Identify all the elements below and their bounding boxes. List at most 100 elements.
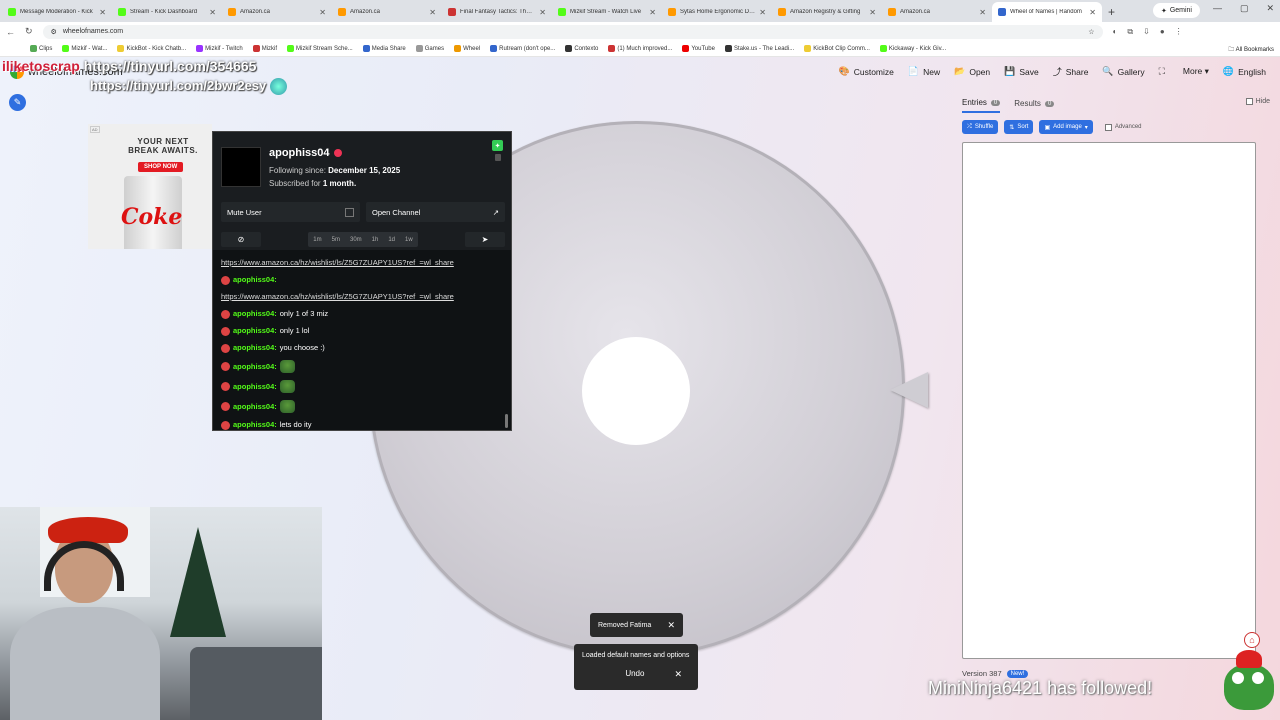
chat-link[interactable]: https://www.amazon.ca/hz/wishlist/ls/Z5G… [221,258,454,268]
back-icon[interactable]: ← [6,27,15,37]
bookmark-item[interactable]: Contexto [565,45,598,52]
close-tab-icon[interactable]: ✕ [319,8,326,17]
chat-username[interactable]: apophiss04: [233,402,277,412]
browser-tab[interactable]: Stream - Kick Dashboard ✕ [112,2,222,22]
timeout-duration-button[interactable]: 30m [345,237,367,243]
chat-scrollbar[interactable] [505,414,508,428]
extension-icon[interactable]: ◐ [1113,27,1118,37]
bookmark-item[interactable]: Mizkif - Twitch [196,45,243,52]
close-tab-icon[interactable]: ✕ [429,8,436,17]
downloads-icon[interactable]: ⇩ [1143,27,1150,37]
close-tab-icon[interactable]: ✕ [759,8,766,17]
chat-username[interactable]: apophiss04: [233,382,277,392]
shuffle-button[interactable]: ⤮ Shuffle [962,120,999,134]
new-badge[interactable]: New! [1006,669,1029,678]
minimize-icon[interactable]: — [1213,3,1222,14]
bookmark-item[interactable]: Clips [30,45,52,52]
gemini-button[interactable]: ✦ Gemini [1152,3,1200,18]
mute-checkbox[interactable] [345,207,354,217]
browser-tab[interactable]: Message Moderation - Kick ✕ [2,2,112,22]
close-tab-icon[interactable]: ✕ [209,8,216,17]
browser-tab[interactable]: Mizkif Stream - Watch Live ✕ [552,2,662,22]
hide-checkbox-box[interactable] [1245,98,1253,105]
bookmark-item[interactable]: Kickaway - Kick Giv... [879,45,946,52]
chat-link[interactable]: https://www.amazon.ca/hz/wishlist/ls/Z5G… [221,292,454,302]
timeout-duration-button[interactable]: 1m [308,237,326,243]
tab-entries[interactable]: Entries 0 [962,98,1001,113]
forward-button[interactable]: ➤ [465,232,505,247]
bookmark-item[interactable]: Games [415,45,444,52]
chat-username[interactable]: apophiss04: [233,326,277,336]
bookmark-item[interactable]: Media Share [362,45,406,52]
wheel-center-hub[interactable] [582,337,690,445]
entries-textarea[interactable] [962,142,1256,659]
add-image-button[interactable]: ▣ Add image ▾ [1039,120,1093,134]
bookmark-item[interactable]: Rutream (don't ope... [490,45,555,52]
open-channel-button[interactable]: Open Channel ↗ [366,202,505,222]
menu-item[interactable]: 📂 Open [954,65,990,78]
mute-user-toggle[interactable]: Mute User [221,202,360,222]
browser-tab[interactable]: Amazon Registry & Gifting ✕ [772,2,882,22]
advanced-checkbox-box[interactable] [1104,123,1112,131]
bookmark-item[interactable]: KickBot - Kick Chatb... [117,45,186,52]
extensions-puzzle-icon[interactable]: ⧉ [1127,27,1133,37]
ban-button[interactable]: ⊘ [221,232,261,247]
undo-button[interactable]: Undo [625,669,644,680]
advanced-checkbox[interactable]: Advanced [1104,123,1142,131]
menu-item[interactable]: 🌐 English [1223,65,1266,78]
pin-card-icon[interactable]: ✦ [492,140,503,151]
menu-item[interactable]: ⤴ Share [1053,65,1089,78]
close-tab-icon[interactable]: ✕ [979,8,986,17]
close-tab-icon[interactable]: ✕ [1089,8,1096,17]
bookmark-item[interactable]: Mizkif Stream Sche... [287,45,353,52]
browser-tab[interactable]: Amazon.ca ✕ [332,2,442,22]
close-tab-icon[interactable]: ✕ [649,8,656,17]
chat-username[interactable]: apophiss04: [233,309,277,319]
menu-item[interactable]: More ▾ [1183,65,1209,78]
bookmark-item[interactable]: Stake.us - The Leadi... [724,45,794,52]
maximize-icon[interactable]: ▢ [1240,3,1249,14]
reload-icon[interactable]: ↻ [25,26,33,37]
timeout-duration-button[interactable]: 1h [367,237,384,243]
sort-button[interactable]: ⇅ Sort [1004,120,1034,134]
browser-tab[interactable]: Amazon.ca ✕ [222,2,332,22]
bookmark-item[interactable]: KickBot Clip Comm... [804,45,870,52]
close-tab-icon[interactable]: ✕ [99,8,106,17]
new-tab-button[interactable]: + [1102,2,1121,22]
chat-username[interactable]: apophiss04: [233,362,277,372]
bookmark-item[interactable]: Wheel [454,45,480,52]
menu-item[interactable]: 💾 Save [1004,65,1039,78]
edit-pencil-button[interactable]: ✎ [9,94,26,111]
avatar[interactable] [221,147,261,187]
bookmark-item[interactable]: (1) Much improved... [608,45,672,52]
bookmark-item[interactable]: Mizkif [252,45,277,52]
close-tab-icon[interactable]: ✕ [539,8,546,17]
trash-icon[interactable] [495,154,501,161]
hide-panel-checkbox[interactable]: Hide [1245,98,1270,105]
close-tab-icon[interactable]: ✕ [869,8,876,17]
menu-item[interactable]: 📄 New [908,65,940,78]
chat-username[interactable]: apophiss04: [233,275,277,285]
timeout-duration-button[interactable]: 5m [327,237,345,243]
close-window-icon[interactable]: ✕ [1266,3,1274,14]
menu-item[interactable]: ⛶ [1159,65,1169,78]
timeout-duration-button[interactable]: 1d [383,237,400,243]
close-icon[interactable]: ✕ [667,620,675,631]
url-input[interactable]: ⚙ wheelofnames.com ☆ [42,24,1103,39]
pdf-icon[interactable]: ⌂ [1244,632,1260,648]
tab-results[interactable]: Results 0 [1014,98,1055,113]
profile-avatar-icon[interactable]: ● [1160,27,1165,37]
bookmark-item[interactable]: YouTube [682,45,715,52]
bookmark-star-icon[interactable]: ☆ [1088,28,1094,36]
shop-now-button[interactable]: SHOP NOW [138,162,184,172]
browser-tab[interactable]: Sytas Home Ergonomic Desk ✕ [662,2,772,22]
browser-tab[interactable]: Final Fantasy Tactics: The Ivalice ✕ [442,2,552,22]
browser-tab[interactable]: Amazon.ca ✕ [882,2,992,22]
timeout-duration-button[interactable]: 1w [400,237,418,243]
browser-menu-icon[interactable]: ⋮ [1175,27,1183,37]
all-bookmarks-button[interactable]: 🗀 All Bookmarks [1228,45,1274,55]
chat-username[interactable]: apophiss04: [233,343,277,353]
browser-tab[interactable]: Wheel of Names | Random ✕ [992,2,1102,22]
chat-username[interactable]: apophiss04: [233,420,277,430]
close-icon[interactable]: ✕ [674,669,682,680]
